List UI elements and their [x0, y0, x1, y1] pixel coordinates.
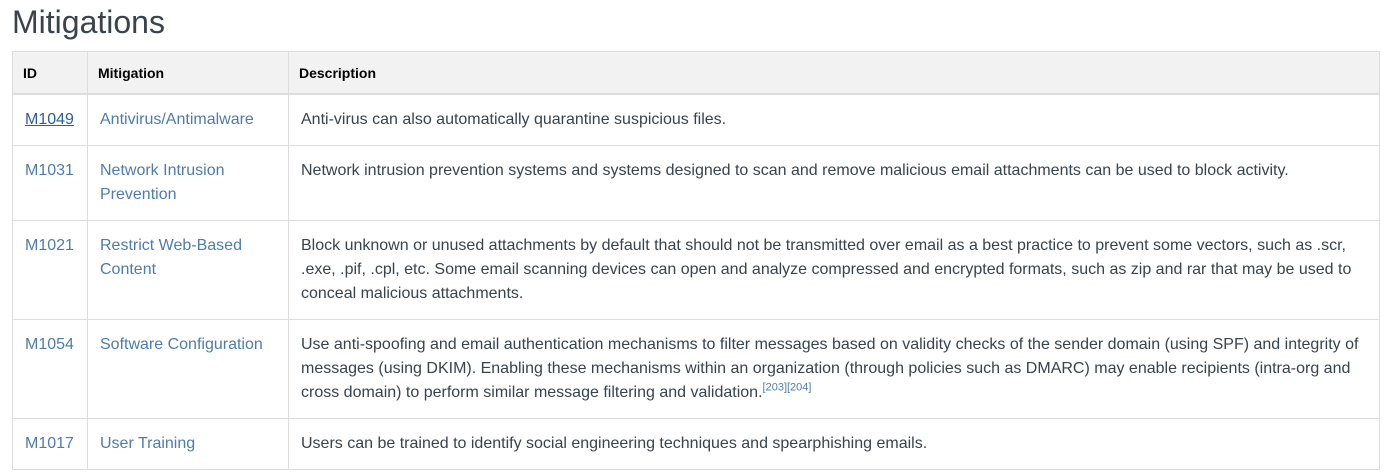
table-row: M1021 Restrict Web-Based Content Block u… [12, 220, 1380, 320]
mitigation-name-link[interactable]: Restrict Web-Based Content [100, 237, 242, 278]
mitigation-cell: User Training [87, 418, 289, 470]
mitigation-cell: Restrict Web-Based Content [87, 220, 289, 320]
description-cell: Block unknown or unused attachments by d… [288, 220, 1380, 320]
table-body: M1049 Antivirus/Antimalware Anti-virus c… [12, 93, 1380, 470]
table-row: M1049 Antivirus/Antimalware Anti-virus c… [12, 93, 1380, 146]
description-cell: Anti-virus can also automatically quaran… [288, 93, 1380, 146]
id-cell: M1031 [12, 145, 88, 221]
id-cell: M1049 [12, 93, 88, 146]
mitigation-cell: Software Configuration [87, 319, 289, 419]
description-cell: Users can be trained to identify social … [288, 418, 1380, 470]
citation-link[interactable]: [203] [763, 382, 787, 394]
description-cell: Network intrusion prevention systems and… [288, 145, 1380, 221]
mitigation-id-link[interactable]: M1054 [25, 336, 74, 353]
table-header: ID Mitigation Description [12, 51, 1380, 95]
column-header-id: ID [12, 51, 88, 95]
citations: [203][204] [763, 382, 812, 394]
section-title: Mitigations [12, 4, 165, 40]
mitigation-name-link[interactable]: Antivirus/Antimalware [100, 111, 254, 128]
mitigation-id-link[interactable]: M1017 [25, 435, 74, 452]
id-cell: M1021 [12, 220, 88, 320]
mitigations-table: ID Mitigation Description M1049 Antiviru… [12, 51, 1380, 470]
mitigation-cell: Antivirus/Antimalware [87, 93, 289, 146]
mitigation-name-link[interactable]: Software Configuration [100, 336, 263, 353]
mitigation-id-link[interactable]: M1021 [25, 237, 74, 254]
citation-link[interactable]: [204] [787, 382, 811, 394]
table-row: M1017 User Training Users can be trained… [12, 418, 1380, 470]
table-row: M1031 Network Intrusion Prevention Netwo… [12, 145, 1380, 221]
id-cell: M1017 [12, 418, 88, 470]
mitigation-name-link[interactable]: Network Intrusion Prevention [100, 162, 225, 203]
column-header-description: Description [288, 51, 1380, 95]
mitigation-id-link[interactable]: M1049 [25, 111, 74, 128]
mitigation-cell: Network Intrusion Prevention [87, 145, 289, 221]
table-header-row: ID Mitigation Description [12, 51, 1380, 95]
description-cell: Use anti-spoofing and email authenticati… [288, 319, 1380, 419]
mitigation-id-link[interactable]: M1031 [25, 162, 74, 179]
mitigation-name-link[interactable]: User Training [100, 435, 195, 452]
id-cell: M1054 [12, 319, 88, 419]
page: Mitigations ID Mitigation Description M1… [0, 0, 1392, 473]
column-header-mitigation: Mitigation [87, 51, 289, 95]
description-text: Use anti-spoofing and email authenticati… [301, 336, 1359, 401]
table-row: M1054 Software Configuration Use anti-sp… [12, 319, 1380, 419]
